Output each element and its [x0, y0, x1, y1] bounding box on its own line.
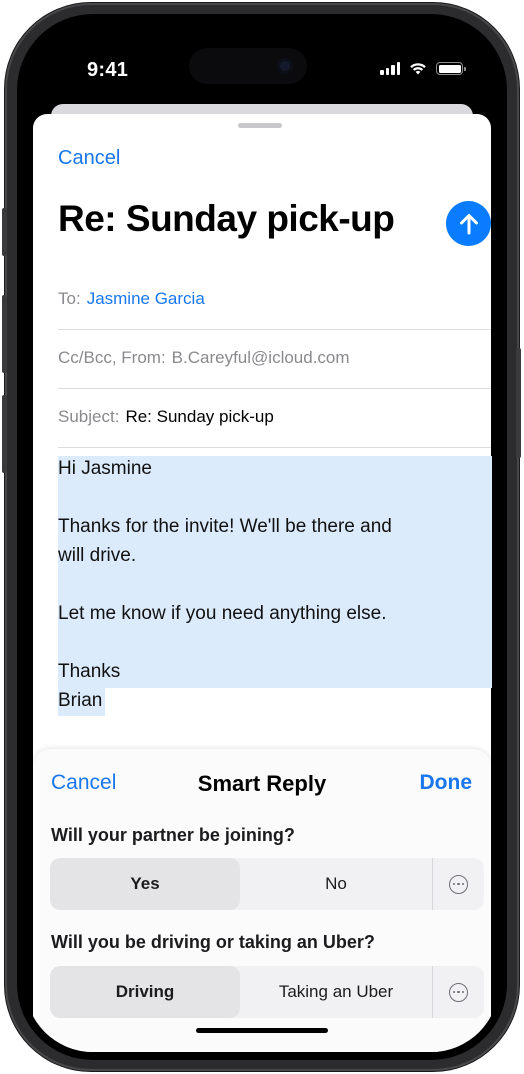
body-line: Hi Jasmine: [58, 458, 152, 479]
wifi-icon: [410, 63, 426, 75]
subject-field[interactable]: Subject: Re: Sunday pick-up: [58, 407, 274, 427]
compose-title: Re: Sunday pick-up: [58, 198, 395, 239]
action-button: [2, 208, 7, 256]
status-icons: [380, 62, 466, 75]
status-time: 9:41: [87, 59, 129, 81]
ccbcc-from-field[interactable]: Cc/Bcc, From: B.Careyful@icloud.com: [58, 348, 356, 368]
compose-sheet: Cancel Re: Sunday pick-up To: Jasmine Gar…: [33, 114, 492, 1052]
camera-icon: [277, 58, 293, 74]
cellular-signal-icon: [380, 62, 400, 75]
option-yes[interactable]: Yes: [50, 858, 240, 910]
send-button[interactable]: [446, 201, 491, 246]
transport-more-options-button[interactable]: [433, 966, 484, 1018]
option-no[interactable]: No: [240, 858, 432, 910]
screen: 9:41 Cancel Re: Sunday pick-up To: Jasmi…: [25, 22, 499, 1052]
body-line: Thanks for the invite! We'll be there an…: [58, 516, 392, 537]
subject-label: Subject:: [58, 407, 120, 426]
to-label: To:: [58, 289, 81, 308]
body-line: Let me know if you need anything else.: [58, 603, 387, 624]
phone-frame: 9:41 Cancel Re: Sunday pick-up To: Jasmi…: [2, 3, 521, 1071]
smart-reply-cancel-button[interactable]: Cancel: [51, 771, 116, 795]
compose-cancel-button[interactable]: Cancel: [58, 147, 120, 170]
sheet-grabber[interactable]: [238, 123, 282, 128]
divider: [58, 447, 491, 448]
smart-reply-panel: Cancel Smart Reply Done Will your partne…: [33, 749, 491, 1052]
status-bar: 9:41: [25, 22, 499, 112]
divider: [58, 388, 491, 389]
to-field[interactable]: To: Jasmine Garcia: [58, 289, 205, 309]
selection-highlight: [58, 456, 492, 688]
option-taking-uber[interactable]: Taking an Uber: [240, 966, 432, 1018]
send-arrow-up-icon: [459, 213, 478, 234]
transport-segmented-control[interactable]: Driving Taking an Uber: [50, 966, 484, 1018]
body-line: Thanks: [58, 661, 121, 682]
volume-down-button: [2, 395, 7, 473]
question-partner: Will your partner be joining?: [51, 825, 295, 845]
body-line: will drive.: [58, 545, 137, 566]
home-indicator[interactable]: [196, 1028, 328, 1033]
subject-value: Re: Sunday pick-up: [125, 407, 274, 426]
from-address: B.Careyful@icloud.com: [171, 348, 350, 367]
volume-up-button: [2, 295, 7, 373]
dynamic-island: [189, 48, 307, 84]
smart-reply-done-button[interactable]: Done: [420, 771, 473, 795]
question-transport: Will you be driving or taking an Uber?: [51, 932, 375, 952]
partner-more-options-button[interactable]: [433, 858, 484, 910]
side-button: [516, 348, 521, 458]
option-driving[interactable]: Driving: [50, 966, 240, 1018]
to-recipient[interactable]: Jasmine Garcia: [87, 289, 205, 308]
more-options-icon: [449, 874, 468, 894]
bezel: 9:41 Cancel Re: Sunday pick-up To: Jasmi…: [17, 14, 507, 1060]
more-options-icon: [449, 982, 468, 1002]
divider: [58, 329, 491, 330]
ccbcc-from-label: Cc/Bcc, From:: [58, 348, 166, 367]
battery-icon: [436, 62, 466, 75]
partner-segmented-control[interactable]: Yes No: [50, 858, 484, 910]
body-line: Brian: [58, 690, 103, 711]
